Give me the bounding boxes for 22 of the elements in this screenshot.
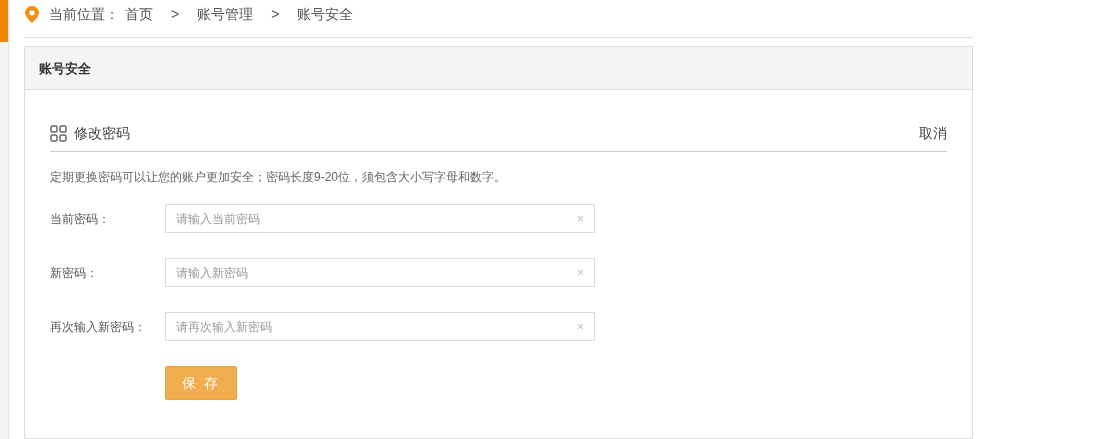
password-field[interactable]: 请再次输入新密码 × bbox=[165, 312, 595, 342]
breadcrumb-label: 当前位置： bbox=[49, 4, 119, 24]
section-title: 修改密码 bbox=[74, 123, 130, 143]
panel-title: 账号安全 bbox=[39, 59, 91, 78]
field-label: 当前密码： bbox=[50, 210, 111, 228]
breadcrumb-link[interactable]: 首页 bbox=[125, 3, 153, 25]
breadcrumb-separator: > bbox=[171, 4, 180, 24]
field-label: 新密码： bbox=[50, 264, 99, 282]
grid-icon bbox=[50, 124, 67, 142]
cancel-link[interactable]: 取消 bbox=[919, 122, 947, 144]
field-label: 再次输入新密码： bbox=[50, 318, 147, 336]
clear-icon[interactable]: × bbox=[577, 317, 584, 336]
clear-icon[interactable]: × bbox=[577, 263, 584, 282]
password-field[interactable]: 请输入新密码 × bbox=[165, 258, 595, 288]
save-button[interactable]: 保 存 bbox=[165, 366, 237, 401]
password-field[interactable]: 请输入当前密码 × bbox=[165, 204, 595, 234]
location-pin-icon bbox=[25, 5, 39, 23]
breadcrumb-link[interactable]: 账号安全 bbox=[297, 3, 354, 25]
description: 定期更换密码可以让您的账户更加安全；密码长度9-20位，须包含大小写字母和数字。 bbox=[50, 169, 508, 187]
breadcrumb-separator: > bbox=[271, 4, 280, 24]
clear-icon[interactable]: × bbox=[577, 209, 584, 228]
breadcrumb-link[interactable]: 账号管理 bbox=[197, 3, 254, 25]
